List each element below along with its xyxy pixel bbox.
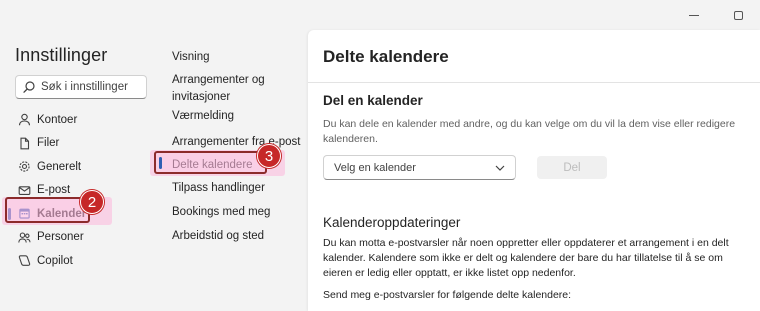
nav-item-copilot[interactable]: Copilot — [0, 249, 160, 273]
file-icon — [18, 137, 31, 150]
nav-item-generelt[interactable]: Generelt — [0, 155, 160, 179]
nav-item-kontoer[interactable]: Kontoer — [0, 108, 160, 132]
submenu-item-arrangementer-epost[interactable]: Arrangementer fra e-post — [172, 134, 306, 151]
divider — [308, 82, 760, 83]
maximize-button[interactable] — [716, 0, 760, 30]
search-icon — [23, 81, 35, 93]
person-icon — [18, 113, 31, 126]
active-indicator — [159, 157, 162, 169]
step-marker-2: 2 — [80, 190, 104, 214]
settings-panel: Delte kalendere Del en kalender Du kan d… — [308, 30, 760, 311]
submenu-item-vaermelding[interactable]: Værmelding — [172, 108, 306, 125]
minimize-button[interactable] — [672, 0, 716, 30]
updates-description: Du kan motta e-postvarsler når noen oppr… — [323, 237, 729, 279]
submenu-item-visning[interactable]: Visning — [172, 49, 306, 66]
nav-label: Generelt — [37, 160, 82, 173]
annotation-highlight-delte — [154, 151, 267, 174]
nav-label: Kontoer — [37, 113, 78, 126]
search-input[interactable] — [41, 81, 141, 93]
share-button[interactable]: Del — [537, 156, 607, 179]
calendar-select[interactable]: Velg en kalender — [323, 155, 516, 180]
calendar-select-value: Velg en kalender — [334, 161, 416, 174]
nav-label: E-post — [37, 184, 71, 197]
updates-heading: Kalenderoppdateringer — [323, 215, 461, 230]
submenu-item-arbeidstid[interactable]: Arbeidstid og sted — [172, 228, 306, 245]
copilot-icon — [18, 254, 31, 267]
send-notifications-label: Send meg e-postvarsler for følgende delt… — [323, 289, 572, 301]
nav-item-personer[interactable]: Personer — [0, 226, 160, 250]
minimize-icon — [689, 14, 699, 16]
settings-title: Innstillinger — [15, 45, 108, 65]
gear-icon — [18, 160, 31, 173]
settings-nav: Kontoer Filer Generelt E-post Kalender P… — [0, 108, 160, 273]
nav-item-filer[interactable]: Filer — [0, 132, 160, 156]
chevron-down-icon — [495, 165, 505, 171]
mail-icon — [18, 184, 31, 197]
share-heading: Del en kalender — [323, 93, 423, 108]
annotation-highlight-kalender — [5, 197, 90, 223]
window-controls — [672, 0, 760, 30]
nav-label: Personer — [37, 231, 84, 244]
share-description: Du kan dele en kalender med andre, og du… — [323, 118, 736, 145]
submenu-item-bookings[interactable]: Bookings med meg — [172, 204, 306, 221]
people-icon — [18, 231, 31, 244]
search-box[interactable] — [15, 75, 147, 99]
settings-sidebar: Innstillinger Kontoer Filer Generelt — [0, 30, 160, 311]
step-marker-3: 3 — [257, 144, 281, 168]
submenu-item-tilpass-handlinger[interactable]: Tilpass handlinger — [172, 180, 306, 197]
nav-label: Copilot — [37, 254, 73, 267]
submenu-item-arrangementer[interactable]: Arrangementer og invitasjoner — [172, 72, 306, 106]
panel-title: Delte kalendere — [323, 47, 449, 66]
maximize-icon — [733, 10, 743, 20]
nav-label: Filer — [37, 137, 60, 150]
